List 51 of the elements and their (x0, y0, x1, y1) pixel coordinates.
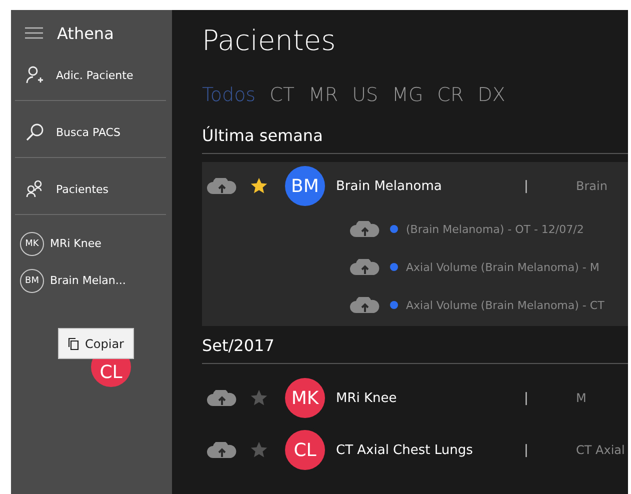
filled-star-icon[interactable] (250, 177, 268, 195)
study-text: Axial Volume (Brain Melanoma) - M (406, 260, 600, 274)
patient-row[interactable]: MK MRi Knee | M (202, 372, 628, 424)
cloud-upload-icon[interactable] (207, 390, 237, 406)
study-row[interactable]: (Brain Melanoma) - OT - 12/07/2 (202, 210, 628, 248)
star-icon[interactable] (250, 441, 268, 459)
search-icon (26, 123, 44, 141)
study-text: Axial Volume (Brain Melanoma) - CT (406, 298, 604, 312)
cloud-upload-icon[interactable] (350, 297, 380, 313)
study-row[interactable]: Axial Volume (Brain Melanoma) - M (202, 248, 628, 286)
patient-row[interactable]: BM Brain Melanoma | Brain (202, 162, 628, 210)
star-icon[interactable] (250, 389, 268, 407)
patient-avatar: BM (285, 166, 325, 206)
page-title: Pacientes (202, 24, 337, 59)
patient-name: MRi Knee (336, 390, 398, 406)
filter-tab[interactable]: US (352, 84, 378, 106)
recent-patient[interactable]: BM Brain Melan... (20, 262, 172, 299)
filter-tab[interactable]: DX (478, 84, 506, 106)
cloud-upload-icon[interactable] (207, 178, 237, 194)
menu-icon[interactable] (25, 27, 43, 39)
study-text: (Brain Melanoma) - OT - 12/07/2 (406, 222, 584, 236)
people-icon (26, 180, 44, 198)
group-heading: Set/2017 (202, 336, 628, 364)
cloud-upload-icon[interactable] (350, 259, 380, 275)
separator-text: | (524, 442, 530, 458)
patient-detail: CT Axial (576, 443, 625, 457)
group-heading: Última semana (202, 126, 628, 154)
patient-avatar: MK (285, 378, 325, 418)
separator-text: | (524, 178, 530, 194)
patient-row[interactable]: CL CT Axial Chest Lungs | CT Axial (202, 424, 628, 476)
patient-name: CT Axial Chest Lungs (336, 442, 474, 458)
nav-item[interactable]: Busca PACS (11, 101, 172, 157)
app-title: Athena (57, 24, 114, 42)
recent-patient[interactable]: MK MRi Knee (20, 225, 172, 262)
patient-avatar: CL (285, 430, 325, 470)
filter-tab[interactable]: CR (437, 84, 464, 106)
cloud-upload-icon[interactable] (207, 442, 237, 458)
patient-name: Brain Melanoma (336, 178, 443, 194)
study-row[interactable]: Axial Volume (Brain Melanoma) - CT (202, 286, 628, 324)
cloud-upload-icon[interactable] (350, 221, 380, 237)
nav-item[interactable]: Pacientes (11, 158, 172, 214)
nav-item[interactable]: Adic. Paciente (11, 44, 172, 100)
copy-icon (68, 338, 80, 350)
patient-detail: Brain (576, 179, 608, 193)
copy-tooltip: Copiar (58, 328, 134, 359)
filter-tab[interactable]: CT (270, 84, 294, 106)
add-person-icon (26, 66, 44, 84)
patient-detail: M (576, 391, 586, 405)
filter-tab[interactable]: MR (308, 84, 338, 106)
filter-tab[interactable]: MG (392, 84, 424, 106)
separator-text: | (524, 390, 530, 406)
